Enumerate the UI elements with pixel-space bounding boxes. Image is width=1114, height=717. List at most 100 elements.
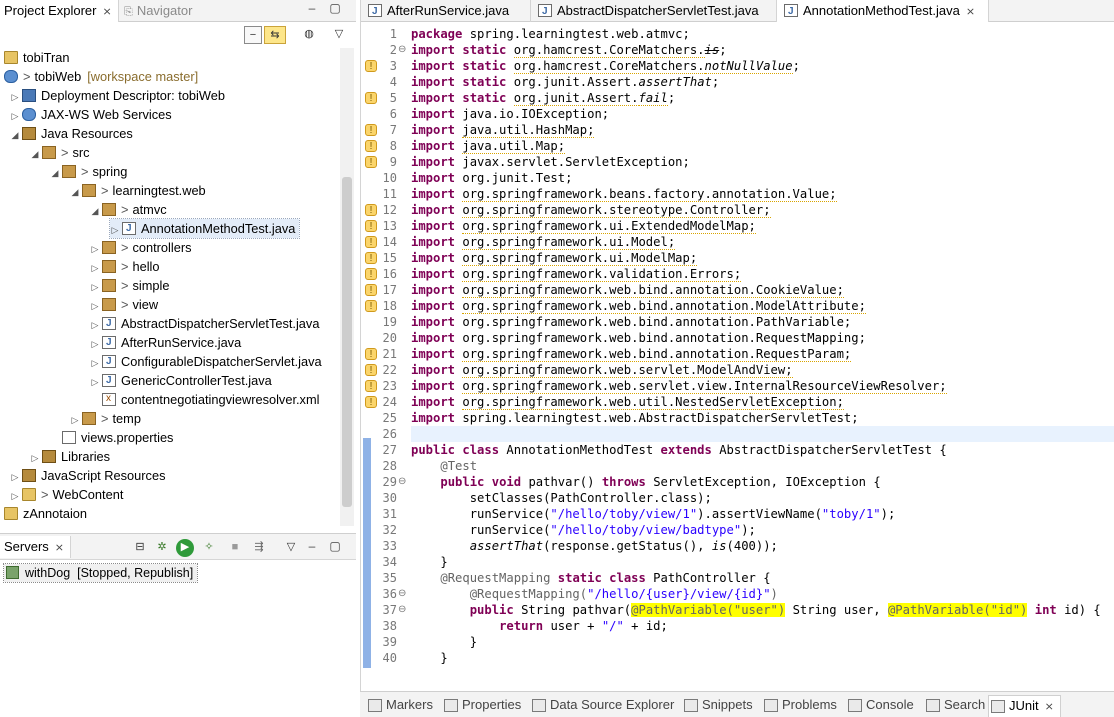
start-server-icon[interactable]: ▶ <box>176 539 194 557</box>
tab-navigator[interactable]: ⎘ Navigator <box>124 0 192 22</box>
editor-tab-afterrunservice[interactable]: AfterRunService.java <box>361 0 531 22</box>
line-number: 23 <box>382 379 397 393</box>
stop-server-icon[interactable]: ■ <box>226 539 244 557</box>
code-line: import static org.hamcrest.CoreMatchers.… <box>411 43 727 58</box>
tree-item-webcontent[interactable]: ▷ > WebContent <box>10 485 124 504</box>
line-number: 38 <box>382 619 397 633</box>
tree-item-tobiweb[interactable]: > tobiWeb [workspace master] <box>4 67 198 86</box>
line-number: 19 <box>382 315 397 329</box>
view-menu-icon[interactable]: ▽ <box>330 26 348 44</box>
tree-item-jaxws[interactable]: ▷ JAX-WS Web Services <box>10 105 172 124</box>
chevron-down-icon[interactable]: ◢ <box>10 126 20 145</box>
tab-snippets[interactable]: Snippets <box>682 695 753 717</box>
profile-icon[interactable]: ✧ <box>200 539 218 557</box>
code-line: import org.springframework.ui.ExtendedMo… <box>411 219 756 234</box>
code-line: import org.springframework.web.servlet.M… <box>411 363 793 378</box>
line-number: 29 <box>382 475 397 489</box>
code-line: runService("/hello/toby/view/1").assertV… <box>469 507 896 521</box>
editor-tab-abstractdispatcherservlettest[interactable]: AbstractDispatcherServletTest.java <box>531 0 777 22</box>
focus-icon[interactable]: ◍ <box>300 26 318 44</box>
code-line: } <box>440 651 448 665</box>
tab-properties[interactable]: Properties <box>442 695 521 717</box>
minimize-icon[interactable]: – <box>305 2 319 16</box>
collapse-icon[interactable]: ⊟ <box>131 539 149 557</box>
package-icon <box>62 165 76 178</box>
chevron-down-icon[interactable]: ◢ <box>30 145 40 164</box>
publish-icon[interactable]: ⇶ <box>250 539 268 557</box>
fold-toggle-icon[interactable]: ⊖ <box>398 588 406 599</box>
debug-icon[interactable]: ✲ <box>153 539 171 557</box>
tab-problems[interactable]: Problems <box>762 695 837 717</box>
code-line: public void pathvar() throws ServletExce… <box>440 475 881 489</box>
tree-item-annotationmethodtest[interactable]: ▷AnnotationMethodTest.java <box>108 218 301 239</box>
tree-item-temp[interactable]: ▷ > temp <box>70 409 141 428</box>
tree-item-java-resources[interactable]: ◢ Java Resources <box>10 124 133 143</box>
tree-item-learningtest-web[interactable]: ◢ > learningtest.web <box>70 181 206 200</box>
line-number: 11 <box>382 187 397 201</box>
tree-item-libraries[interactable]: ▷ Libraries <box>30 447 111 466</box>
line-number: 10 <box>382 171 397 185</box>
junit-icon <box>991 700 1005 713</box>
tree-item-deployment-descriptor[interactable]: ▷ Deployment Descriptor: tobiWeb <box>10 86 225 105</box>
close-icon[interactable]: ⨯ <box>55 542 64 554</box>
tree-item-controllers[interactable]: ▷ > controllers <box>90 238 192 257</box>
tree-item-genericcontrollertest[interactable]: ▷GenericControllerTest.java <box>90 371 272 390</box>
project-explorer-tabbar: Project Explorer ⨯ ⎘ Navigator – ▢ <box>0 0 356 22</box>
minimize-icon[interactable]: – <box>305 540 319 554</box>
tree-item-javascript-resources[interactable]: ▷ JavaScript Resources <box>10 466 166 485</box>
close-icon[interactable]: ⨯ <box>966 6 975 18</box>
code-line: import org.springframework.web.bind.anno… <box>411 331 866 345</box>
tree-item-atmvc[interactable]: ◢ > atmvc <box>90 200 167 219</box>
tree-item-hello[interactable]: ▷ > hello <box>90 257 160 276</box>
view-menu-icon[interactable]: ▽ <box>282 539 300 557</box>
line-number: 21 <box>382 347 397 361</box>
tree-item-src[interactable]: ◢ > src <box>30 143 90 162</box>
tab-search[interactable]: Search <box>924 695 985 717</box>
tree-item-abstractdispatcherservlettest[interactable]: ▷AbstractDispatcherServletTest.java <box>90 314 320 333</box>
server-name: withDog <box>25 566 71 580</box>
tree-item-simple[interactable]: ▷ > simple <box>90 276 170 295</box>
tab-console[interactable]: Console <box>846 695 914 717</box>
code-line: import org.springframework.stereotype.Co… <box>411 203 771 218</box>
code-line: public class AnnotationMethodTest extend… <box>411 443 947 457</box>
close-icon[interactable]: ⨯ <box>102 6 111 18</box>
tree-item-contentnegotiating-xml[interactable]: contentnegotiatingviewresolver.xml <box>102 389 319 409</box>
tree-scrollbar-thumb[interactable] <box>342 177 352 507</box>
fold-toggle-icon[interactable]: ⊖ <box>398 604 406 615</box>
tab-data-source-explorer[interactable]: Data Source Explorer <box>530 695 674 717</box>
maximize-icon[interactable]: ▢ <box>328 540 342 554</box>
editor-tabbar: AfterRunService.java AbstractDispatcherS… <box>361 0 1114 22</box>
tree-item-tobitran[interactable]: tobiTran <box>4 48 69 67</box>
collapse-all-icon[interactable]: − <box>244 26 262 44</box>
tree-item-views-properties[interactable]: views.properties <box>62 428 173 447</box>
link-with-editor-icon[interactable]: ⇆ <box>264 26 286 44</box>
chevron-right-icon[interactable]: ▷ <box>90 373 100 392</box>
tree-item-spring[interactable]: ◢ > spring <box>50 162 128 183</box>
code-line: @Test <box>440 459 478 473</box>
tree-item-configurabledispatcherservlet[interactable]: ▷ConfigurableDispatcherServlet.java <box>90 352 322 371</box>
code-line: import org.junit.Test; <box>411 171 573 185</box>
problems-icon <box>764 699 778 712</box>
fold-toggle-icon[interactable]: ⊖ <box>398 476 406 487</box>
java-file-icon <box>102 314 116 333</box>
tab-project-explorer[interactable]: Project Explorer ⨯ <box>0 0 119 22</box>
line-number: 20 <box>382 331 397 345</box>
java-file-icon <box>368 1 382 22</box>
chevron-down-icon[interactable]: ◢ <box>70 183 80 202</box>
tab-junit[interactable]: JUnit ⨯ <box>988 695 1061 717</box>
tree-item-zannotaion[interactable]: zAnnotaion <box>4 504 87 523</box>
chevron-down-icon[interactable]: ◢ <box>50 164 60 183</box>
server-row[interactable]: withDog [Stopped, Republish] <box>2 563 199 583</box>
tab-servers[interactable]: Servers ⨯ <box>0 536 72 558</box>
tab-markers[interactable]: Markers <box>366 695 433 717</box>
code-area[interactable]: package spring.learningtest.web.atmvc; i… <box>411 22 1114 667</box>
tree-item-view[interactable]: ▷ > view <box>90 295 159 314</box>
maximize-icon[interactable]: ▢ <box>328 2 342 16</box>
fold-toggle-icon[interactable]: ⊖ <box>398 44 406 55</box>
java-file-icon <box>538 1 552 22</box>
editor-tab-annotationmethodtest[interactable]: AnnotationMethodTest.java⨯ <box>777 0 989 22</box>
close-icon[interactable]: ⨯ <box>1045 701 1054 713</box>
tree-item-afterrunservice[interactable]: ▷AfterRunService.java <box>90 333 242 352</box>
chevron-down-icon[interactable]: ◢ <box>90 202 100 221</box>
line-number: 12 <box>382 203 397 217</box>
